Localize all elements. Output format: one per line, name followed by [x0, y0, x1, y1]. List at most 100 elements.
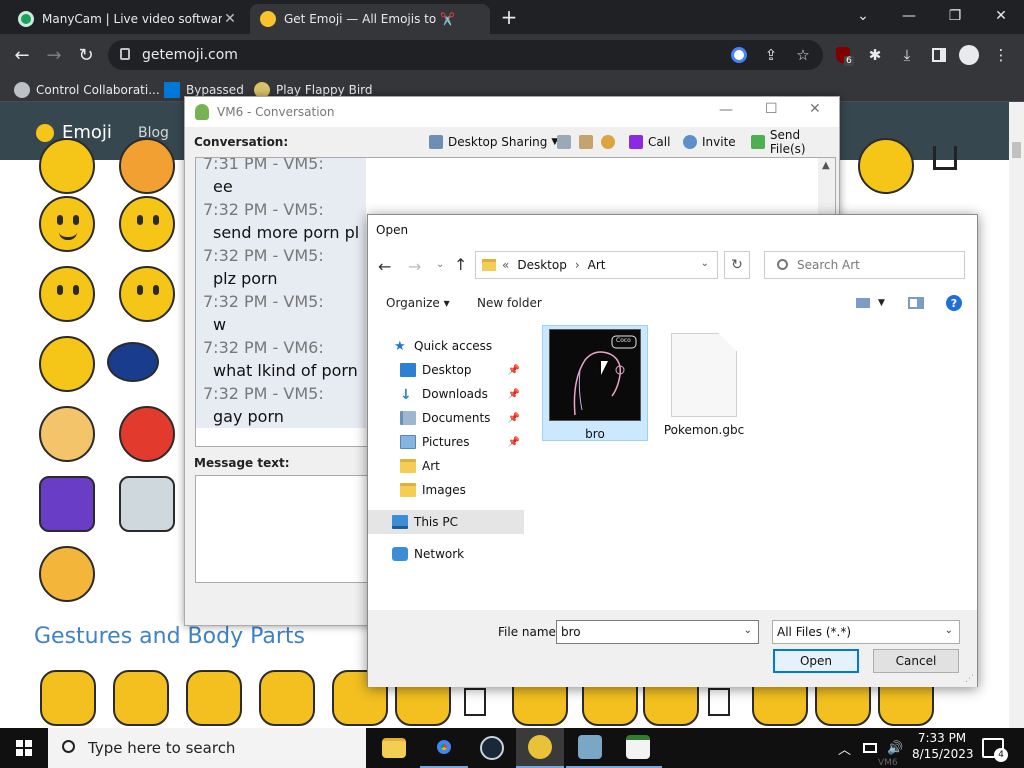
taskbar-app-window[interactable]: [614, 728, 662, 768]
taskbar-app[interactable]: [566, 728, 614, 768]
help-button[interactable]: ?: [946, 295, 962, 311]
minimize-button[interactable]: —: [886, 0, 932, 32]
gesture-emoji[interactable]: [708, 688, 730, 716]
search-box[interactable]: Search Art: [764, 251, 965, 279]
breadcrumb-art[interactable]: Art: [588, 258, 606, 272]
file-pokemon-gbc[interactable]: Pokemon.gbc: [651, 325, 757, 441]
emoji-item[interactable]: [119, 266, 175, 322]
tab-getemoji[interactable]: Get Emoji — All Emojis to ✂️: [250, 4, 490, 34]
profile-avatar[interactable]: [958, 44, 980, 66]
emoji-item[interactable]: [39, 476, 95, 532]
show-hidden-icons[interactable]: ︿: [838, 739, 851, 758]
emoji-item[interactable]: [39, 336, 95, 392]
taskbar-chrome[interactable]: [420, 728, 468, 768]
emoji-item[interactable]: [119, 476, 175, 532]
send-files-button[interactable]: Send File(s): [751, 128, 839, 156]
breadcrumb-desktop[interactable]: Desktop: [517, 258, 567, 272]
emoji-item[interactable]: [39, 546, 95, 602]
address-breadcrumb[interactable]: « Desktop › Art ⌄: [475, 251, 718, 279]
nav-art[interactable]: Art: [400, 454, 522, 478]
chevron-down-icon[interactable]: ⌄: [744, 625, 752, 636]
nav-network[interactable]: Network: [392, 542, 522, 566]
chrome-menu-icon[interactable]: ⋮: [990, 44, 1012, 66]
start-button[interactable]: [0, 728, 48, 768]
new-folder-button[interactable]: New folder: [477, 295, 542, 311]
log-button[interactable]: [557, 131, 576, 153]
emoji-item[interactable]: [933, 146, 957, 170]
share-icon[interactable]: ⇪: [760, 44, 782, 66]
side-panel-icon[interactable]: [928, 44, 950, 66]
file-bro[interactable]: Coco bro: [542, 325, 648, 441]
notification-center-icon[interactable]: 4: [982, 738, 1008, 762]
up-folder-button[interactable]: ↑: [454, 255, 467, 274]
scroll-up-icon[interactable]: ▲: [822, 160, 830, 171]
close-window-button[interactable]: ✕: [978, 0, 1024, 32]
tab-search-button[interactable]: ⌄: [840, 0, 886, 32]
nav-desktop[interactable]: Desktop 📌: [400, 358, 522, 382]
emoji-item[interactable]: [119, 138, 175, 194]
taskbar-clock[interactable]: 7:33 PM 8/15/2023: [912, 731, 974, 761]
extensions-puzzle-icon[interactable]: ✱: [864, 44, 886, 66]
forward-button[interactable]: →: [408, 257, 421, 276]
bookmark-star-icon[interactable]: ☆: [792, 44, 814, 66]
emoji-item[interactable]: [39, 266, 95, 322]
close-icon[interactable]: ✕: [222, 11, 238, 27]
change-view-button[interactable]: ▼: [856, 295, 885, 311]
preview-pane-button[interactable]: [908, 295, 924, 311]
emoji-item[interactable]: [119, 406, 175, 462]
organize-menu[interactable]: Organize ▾: [386, 295, 450, 311]
gesture-emoji[interactable]: [259, 670, 315, 726]
google-lens-icon[interactable]: [728, 44, 750, 66]
file-type-select[interactable]: All Files (*.*) ⌄: [772, 620, 960, 644]
file-name-input[interactable]: bro ⌄: [556, 620, 759, 644]
back-button[interactable]: ←: [10, 43, 34, 67]
invite-button[interactable]: Invite: [683, 131, 736, 153]
taskbar-file-explorer[interactable]: [370, 728, 418, 768]
nav-pictures[interactable]: Pictures 📌: [400, 430, 522, 454]
gesture-emoji[interactable]: [113, 670, 169, 726]
vm6-close-button[interactable]: ✕: [809, 101, 821, 117]
back-button[interactable]: ←: [378, 257, 391, 276]
resize-grip-icon[interactable]: ⋰: [965, 674, 974, 684]
cancel-button[interactable]: Cancel: [873, 649, 959, 673]
breadcrumb-overflow[interactable]: «: [502, 258, 509, 272]
volume-icon[interactable]: 🔊: [887, 741, 903, 756]
emoji-item[interactable]: [107, 342, 159, 382]
download-icon[interactable]: ⤓: [896, 44, 918, 66]
call-button[interactable]: Call: [629, 131, 670, 153]
vm6-minimize-button[interactable]: —: [719, 102, 733, 118]
new-tab-button[interactable]: +: [498, 5, 520, 29]
emoji-item[interactable]: [39, 406, 95, 462]
forward-button[interactable]: →: [42, 43, 66, 67]
address-bar[interactable]: getemoji.com: [108, 40, 823, 70]
chevron-down-icon[interactable]: ⌄: [701, 258, 709, 269]
nav-documents[interactable]: Documents 📌: [400, 406, 522, 430]
emoji-item[interactable]: [858, 138, 914, 194]
recent-locations-icon[interactable]: ⌄: [436, 259, 444, 270]
nav-quick-access[interactable]: ★ Quick access: [394, 334, 522, 358]
restore-button[interactable]: ❐: [932, 0, 978, 32]
taskbar-steam[interactable]: [468, 728, 516, 768]
ublock-extension-icon[interactable]: 6: [832, 44, 854, 66]
chevron-down-icon[interactable]: ⌄: [945, 625, 953, 636]
gesture-emoji[interactable]: [186, 670, 242, 726]
vm6-maximize-button[interactable]: ☐: [765, 101, 778, 117]
open-button[interactable]: Open: [773, 649, 859, 673]
gesture-emoji[interactable]: [40, 670, 96, 726]
nav-images[interactable]: Images: [400, 478, 522, 502]
page-scrollbar[interactable]: [1009, 102, 1024, 728]
message-input[interactable]: [195, 475, 395, 583]
emoticons-button[interactable]: [601, 131, 620, 153]
taskbar-search-box[interactable]: Type here to search: [48, 728, 366, 768]
refresh-button[interactable]: ↻: [724, 251, 750, 279]
nav-downloads[interactable]: ↓ Downloads 📌: [400, 382, 522, 406]
bookmark-control-collaboration[interactable]: Control Collaborati...: [14, 80, 160, 100]
tab-manycam[interactable]: ManyCam | Live video software & ✕: [8, 4, 248, 34]
desktop-sharing-button[interactable]: Desktop Sharing ▼: [429, 131, 558, 153]
nav-this-pc[interactable]: This PC: [368, 510, 524, 534]
emoji-item[interactable]: [39, 138, 95, 194]
emoji-item[interactable]: [39, 196, 95, 252]
reload-button[interactable]: ↻: [74, 43, 98, 67]
contacts-button[interactable]: [579, 131, 598, 153]
network-icon[interactable]: [863, 743, 878, 753]
